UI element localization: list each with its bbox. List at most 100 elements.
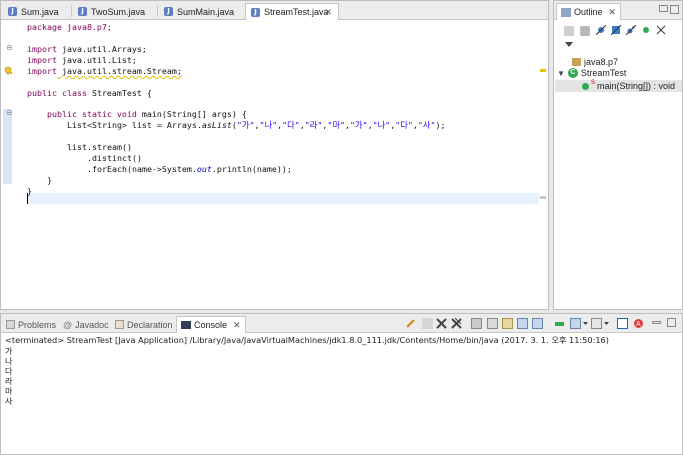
warning-marker[interactable] (540, 69, 546, 72)
code-line-1: package java8.p7; (27, 22, 112, 32)
tab-sum-java[interactable]: J Sum.java (3, 3, 69, 20)
tab-declaration[interactable]: Declaration (115, 316, 173, 333)
string-literal: "사" (417, 120, 436, 130)
string-literal: "가" (236, 120, 255, 130)
minimize-icon[interactable] (659, 5, 668, 12)
close-view-icon[interactable]: ✕ (233, 320, 241, 331)
code-line-4: import java.util.List; (27, 55, 137, 65)
open-console-icon[interactable] (591, 318, 602, 329)
code-line-5: import java.util.stream.Stream; (27, 66, 182, 76)
tab-outline[interactable]: Outline ✕ (556, 3, 622, 20)
string-args: "가","나","다","라","마","가","나","다","사" (236, 120, 436, 130)
link-editor-icon[interactable] (656, 25, 666, 35)
string-literal: "다" (282, 120, 300, 130)
tab-problems[interactable]: Problems (6, 316, 56, 333)
code-line-7: public class StreamTest { (27, 88, 152, 98)
collapse-all-icon[interactable] (564, 26, 574, 36)
java-file-icon: J (78, 7, 87, 16)
maximize-icon[interactable] (667, 318, 676, 327)
tab-label: StreamTest.java (264, 7, 329, 17)
outline-item-method[interactable]: S main(String[]) : void (582, 80, 675, 91)
terminate-icon[interactable] (422, 318, 433, 329)
console-status: <terminated> StreamTest [Java Applicatio… (5, 335, 609, 345)
outline-title: Outline (574, 7, 603, 17)
code-line-12: list.stream() (67, 142, 132, 152)
outline-panel: Outline ✕ s java8.p7 ▼ C StreamTest S ma… (553, 0, 683, 310)
outline-item-class[interactable]: ▼ C StreamTest (557, 68, 626, 78)
hide-nonpublic-icon[interactable]: s (625, 24, 637, 36)
console-header: Problems @ Javadoc Declaration Console ✕ (1, 314, 682, 333)
console-icon (181, 321, 191, 329)
at-sign-icon: @ (63, 319, 73, 330)
remove-all-launches-icon[interactable] (451, 317, 462, 329)
fold-collapse-icon[interactable]: ⊖ (6, 44, 14, 52)
current-line-highlight (27, 193, 539, 204)
code-area[interactable]: ⊖ ⊖ package java8.p7; import java.util.A… (1, 21, 548, 309)
ant-console-icon[interactable]: A (633, 318, 644, 329)
string-literal: "마" (327, 120, 345, 130)
remove-launch-icon[interactable] (436, 318, 447, 329)
tab-label: Sum.java (21, 6, 59, 17)
java-console-icon[interactable] (617, 318, 628, 329)
code-line-15: } (47, 175, 52, 185)
minimize-icon[interactable] (652, 321, 661, 324)
svg-text:A: A (636, 321, 641, 328)
tab-console[interactable]: Console ✕ (176, 316, 246, 333)
console-output-line: 나 (5, 356, 13, 366)
view-menu-icon[interactable] (564, 41, 574, 51)
outline-item-package[interactable]: java8.p7 (572, 57, 618, 67)
editor-panel: J Sum.java J TwoSum.java J SumMain.java … (0, 0, 549, 310)
console-panel: Problems @ Javadoc Declaration Console ✕ (0, 313, 683, 455)
string-literal: "가" (349, 120, 368, 130)
cursor-marker (540, 196, 546, 199)
outline-view-icon (561, 7, 571, 17)
problems-icon (6, 320, 15, 329)
show-on-stderr-icon[interactable] (532, 318, 543, 329)
code-line-3: import java.util.Arrays; (27, 44, 147, 54)
outline-header: Outline ✕ (554, 1, 682, 20)
code-line-10: List<String> list = Arrays.asList("가","나… (67, 120, 446, 130)
package-icon (572, 58, 581, 66)
hide-local-types-icon[interactable] (641, 25, 651, 35)
tab-label: TwoSum.java (91, 6, 146, 17)
pin-icon[interactable] (554, 318, 565, 329)
tab-streamtest-java[interactable]: J StreamTest.java ✕ (245, 3, 339, 20)
console-output-line: 사 (5, 396, 13, 406)
hide-static-icon[interactable] (610, 24, 622, 36)
scope-ruler (3, 109, 12, 184)
declaration-icon (115, 320, 124, 329)
show-on-stdout-icon[interactable] (517, 318, 528, 329)
close-tab-icon[interactable]: ✕ (324, 7, 332, 18)
string-literal: "라" (304, 120, 323, 130)
clear-console-icon[interactable] (471, 318, 482, 329)
string-literal: "나" (259, 120, 278, 130)
java-file-icon: J (251, 7, 260, 17)
public-method-icon (582, 82, 589, 90)
display-selected-console-icon[interactable] (570, 318, 581, 329)
fold-collapse-icon[interactable]: ⊖ (6, 109, 14, 117)
chevron-down-icon[interactable] (603, 318, 614, 329)
editor-tab-bar: J Sum.java J TwoSum.java J SumMain.java … (1, 1, 548, 20)
scroll-lock-icon[interactable] (487, 318, 498, 329)
tab-label: SumMain.java (177, 6, 235, 17)
class-icon: C (567, 68, 578, 78)
warning-lightbulb-icon[interactable] (4, 66, 14, 75)
tab-javadoc[interactable]: @ Javadoc (63, 316, 109, 333)
tab-summain-java[interactable]: J SumMain.java (159, 3, 243, 20)
code-line-13: .distinct() (87, 153, 142, 163)
string-literal: "나" (372, 120, 391, 130)
java-file-icon: J (8, 7, 17, 16)
pin-console-icon[interactable] (405, 318, 416, 329)
close-view-icon[interactable]: ✕ (609, 7, 617, 18)
sort-icon[interactable] (580, 26, 590, 36)
code-line-9: public static void main(String[] args) { (47, 109, 247, 119)
console-output-line: 라 (5, 376, 13, 386)
console-output-line: 다 (5, 366, 13, 376)
java-file-icon: J (164, 7, 173, 16)
hide-fields-icon[interactable] (595, 24, 607, 36)
text-cursor (27, 193, 28, 204)
word-wrap-icon[interactable] (502, 318, 513, 329)
tab-twosum-java[interactable]: J TwoSum.java (73, 3, 155, 20)
maximize-icon[interactable] (670, 5, 679, 14)
tree-expand-icon[interactable]: ▼ (557, 69, 565, 78)
